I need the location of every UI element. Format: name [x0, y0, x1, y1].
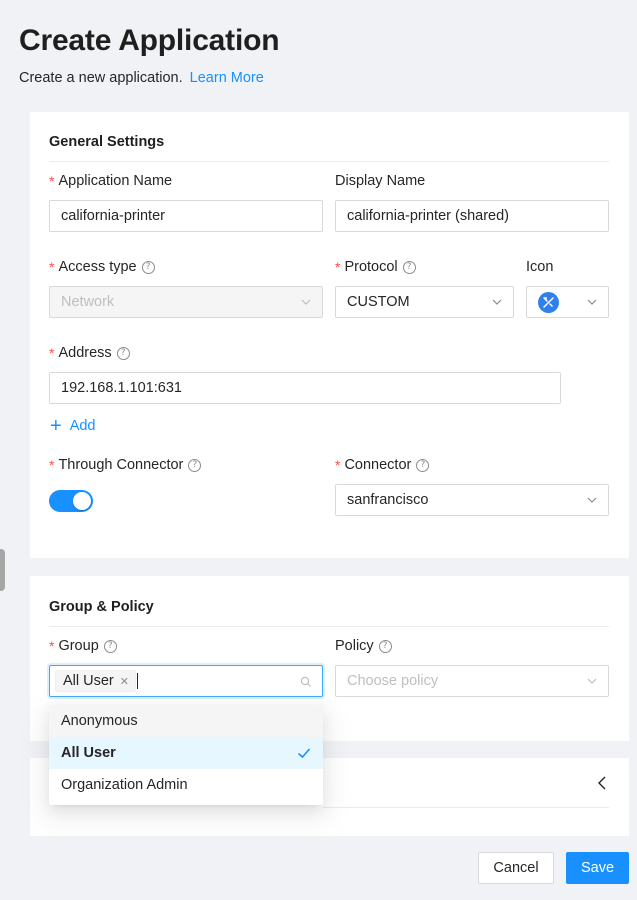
icon-label: Icon	[526, 259, 553, 275]
question-icon[interactable]: ?	[378, 639, 392, 653]
address-input[interactable]: 192.168.1.101:631	[49, 372, 561, 404]
text-cursor	[137, 673, 138, 689]
chevron-down-icon	[491, 296, 503, 308]
chevron-down-icon	[586, 296, 598, 308]
collapsed-section-divider	[323, 807, 609, 808]
group-policy-divider	[49, 626, 609, 627]
icon-label-text: Icon	[526, 259, 554, 275]
option-label: Organization Admin	[61, 777, 188, 793]
access-type-label: * Access type ?	[49, 259, 155, 275]
check-icon	[297, 746, 311, 760]
required-mark: *	[49, 259, 55, 275]
protocol-label-text: Protocol	[344, 259, 398, 275]
group-tag-label: All User	[63, 673, 114, 689]
through-connector-switch[interactable]	[49, 490, 93, 512]
page-description: Create a new application. Learn More	[19, 70, 264, 86]
required-mark: *	[335, 457, 341, 473]
protocol-label: * Protocol ?	[335, 259, 416, 275]
required-mark: *	[49, 457, 55, 473]
close-icon[interactable]: ✕	[120, 675, 129, 688]
description-text: Create a new application.	[19, 70, 183, 86]
protocol-select[interactable]: CUSTOM	[335, 286, 514, 318]
address-label: * Address ?	[49, 345, 130, 361]
connector-label-text: Connector	[344, 457, 412, 473]
access-type-value: Network	[61, 294, 115, 310]
application-name-label-text: Application Name	[58, 173, 173, 189]
group-dropdown: Anonymous All User Organization Admin	[49, 705, 323, 805]
display-name-input[interactable]: california-printer (shared)	[335, 200, 609, 232]
policy-label: Policy ?	[335, 638, 392, 654]
search-icon	[300, 675, 312, 687]
group-policy-title: Group & Policy	[49, 599, 154, 615]
group-option-anonymous[interactable]: Anonymous	[49, 705, 323, 737]
group-option-organization-admin[interactable]: Organization Admin	[49, 769, 323, 801]
page-title: Create Application	[19, 24, 280, 57]
option-label: All User	[61, 745, 116, 761]
address-label-text: Address	[58, 345, 112, 361]
required-mark: *	[49, 345, 55, 361]
question-icon[interactable]: ?	[141, 260, 155, 274]
general-settings-title: General Settings	[49, 134, 165, 150]
app-tools-icon	[538, 292, 559, 313]
chevron-down-icon	[300, 296, 312, 308]
application-name-input[interactable]: california-printer	[49, 200, 323, 232]
page-header: Create Application Create a new applicat…	[0, 0, 637, 110]
group-label-text: Group	[58, 638, 99, 654]
access-type-select: Network	[49, 286, 323, 318]
required-mark: *	[49, 173, 55, 189]
through-connector-label: * Through Connector ?	[49, 457, 202, 473]
group-label: * Group ?	[49, 638, 117, 654]
question-icon[interactable]: ?	[103, 639, 117, 653]
cancel-button[interactable]: Cancel	[478, 852, 554, 884]
policy-select[interactable]: Choose policy	[335, 665, 609, 697]
policy-placeholder: Choose policy	[347, 673, 439, 689]
connector-select[interactable]: sanfrancisco	[335, 484, 609, 516]
question-icon[interactable]: ?	[402, 260, 416, 274]
add-label: Add	[69, 418, 96, 434]
option-label: Anonymous	[61, 713, 138, 729]
switch-knob	[73, 492, 91, 510]
application-name-label: * Application Name	[49, 173, 172, 189]
side-drag-handle[interactable]	[0, 549, 5, 591]
question-icon[interactable]: ?	[116, 346, 130, 360]
access-type-label-text: Access type	[58, 259, 137, 275]
group-tag: All User ✕	[55, 670, 136, 692]
add-address-button[interactable]: + Add	[50, 416, 96, 436]
connector-label: * Connector ?	[335, 457, 430, 473]
chevron-down-icon	[586, 675, 598, 687]
save-button[interactable]: Save	[566, 852, 629, 884]
group-option-all-user[interactable]: All User	[49, 737, 323, 769]
required-mark: *	[49, 638, 55, 654]
display-name-label-text: Display Name	[335, 173, 426, 189]
chevron-down-icon	[586, 494, 598, 506]
chevron-left-icon[interactable]	[596, 776, 608, 790]
required-mark: *	[335, 259, 341, 275]
connector-value: sanfrancisco	[347, 492, 429, 508]
policy-label-text: Policy	[335, 638, 374, 654]
plus-icon: +	[50, 415, 62, 437]
question-icon[interactable]: ?	[416, 458, 430, 472]
protocol-value: CUSTOM	[347, 294, 410, 310]
display-name-label: Display Name	[335, 173, 425, 189]
through-connector-label-text: Through Connector	[58, 457, 184, 473]
general-settings-divider	[49, 161, 609, 162]
question-icon[interactable]: ?	[188, 458, 202, 472]
learn-more-link[interactable]: Learn More	[190, 70, 264, 86]
